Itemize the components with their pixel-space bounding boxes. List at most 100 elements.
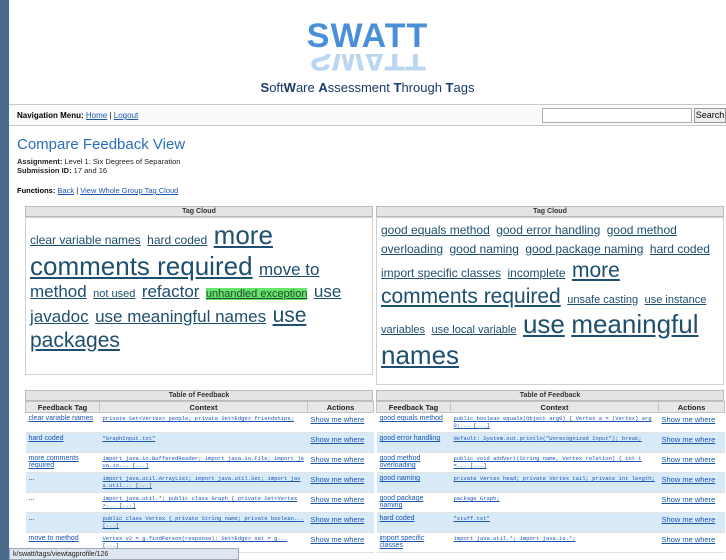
show-me-where-link[interactable]: Show me where <box>662 515 716 524</box>
tag-cloud-link[interactable]: good equals method <box>381 223 490 237</box>
search-button[interactable]: Search <box>694 108 726 123</box>
col-actions: Actions <box>307 401 374 413</box>
left-feedback-table: Feedback Tag Context Actions clear varia… <box>25 401 374 553</box>
right-feedback-table: Feedback Tag Context Actions good equals… <box>376 401 725 553</box>
show-me-where-link[interactable]: Show me where <box>662 455 716 464</box>
tag-cloud-link[interactable]: good error handling <box>496 223 600 237</box>
tag-cloud-link[interactable]: use <box>273 304 307 327</box>
tag-cloud-link[interactable]: javadoc <box>30 307 89 326</box>
feedback-tag-link[interactable]: good error handling <box>380 435 441 442</box>
page-title: Compare Feedback View <box>17 136 186 153</box>
tag-cloud-link[interactable]: use <box>523 309 565 339</box>
tag-cloud-link[interactable]: comments required <box>381 285 561 308</box>
context-link[interactable]: import java.io.BufferedReader; import ja… <box>103 455 304 469</box>
table-cell: Show me where <box>307 432 374 453</box>
table-row: good package naming package Graph; Show me… <box>376 492 725 513</box>
tag-cloud-link[interactable]: not used <box>93 288 135 300</box>
tag-cloud-link[interactable]: use meaningful names <box>95 307 266 326</box>
tag-cloud-link[interactable]: unsafe casting <box>567 294 638 306</box>
whole-cloud-link[interactable]: View Whole Group Tag Cloud <box>80 186 178 195</box>
show-me-where-link[interactable]: Show me where <box>311 475 365 484</box>
feedback-tag-link[interactable]: clear variable names <box>29 415 94 422</box>
header: SWATT SWATT SoftWare Assessment Through … <box>9 0 726 103</box>
context-link[interactable]: package Graph; <box>454 495 500 502</box>
feedback-tag-link[interactable]: good naming <box>380 475 420 482</box>
col-feedback-tag: Feedback Tag <box>25 401 100 413</box>
show-me-where-link[interactable]: Show me where <box>311 415 365 424</box>
context-link[interactable]: private Set<Vertex> people; private Set<… <box>103 415 294 422</box>
table-cell: hard coded <box>376 512 451 533</box>
context-link[interactable]: "GraphInput.txt" <box>103 435 156 442</box>
table-row: hard coded "GraphInput.txt" Show me where <box>25 432 374 453</box>
table-row: ... public class Vertex { private String … <box>25 512 374 533</box>
logo: SWATT <box>306 17 429 55</box>
table-cell: import specific classes <box>376 532 451 553</box>
context-link[interactable]: import java.util.*; import java.io.*; <box>454 535 576 542</box>
window-left-edge <box>0 0 9 560</box>
tagline: SoftWare Assessment Through Tags <box>260 80 475 95</box>
table-cell: Show me where <box>658 432 725 453</box>
context-link[interactable]: private Vertex head; private Vertex tail… <box>454 475 655 482</box>
feedback-tag-link[interactable]: import specific classes <box>380 535 425 549</box>
tag-cloud-link[interactable]: use <box>314 282 341 301</box>
show-me-where-link[interactable]: Show me where <box>662 415 716 424</box>
show-me-where-link[interactable]: Show me where <box>662 535 716 544</box>
show-me-where-link[interactable]: Show me where <box>662 475 716 484</box>
show-me-where-link[interactable]: Show me where <box>311 515 365 524</box>
show-me-where-link[interactable]: Show me where <box>662 435 716 444</box>
page: SWATT SWATT SoftWare Assessment Through … <box>9 0 726 560</box>
show-me-where-link[interactable]: Show me where <box>311 455 365 464</box>
feedback-tag-link[interactable]: hard coded <box>380 515 415 522</box>
tag-cloud-link[interactable]: good naming <box>450 242 519 256</box>
table-cell: ... <box>25 472 100 493</box>
table-row: good error handling default: System.out.p… <box>376 432 725 453</box>
tag-cloud-link[interactable]: refactor <box>142 282 200 301</box>
search-input[interactable] <box>542 108 692 123</box>
feedback-tag-link[interactable]: move to method <box>29 535 79 542</box>
context-link[interactable]: public class Vertex { private String nam… <box>103 515 304 529</box>
tag-cloud-link[interactable]: incomplete <box>508 266 566 280</box>
context-link[interactable]: "stuff.txt" <box>454 515 490 522</box>
table-cell: Show me where <box>658 492 725 513</box>
context-link[interactable]: public boolean equals(Object arg0) { Ver… <box>454 415 652 429</box>
tag-cloud-link[interactable]: more <box>214 220 273 250</box>
feedback-tag-link[interactable]: good equals method <box>380 415 443 422</box>
tag-cloud-link[interactable]: more <box>572 259 620 282</box>
show-me-where-link[interactable]: Show me where <box>311 535 365 544</box>
table-cell: good naming <box>376 472 451 493</box>
tag-cloud-link[interactable]: comments required <box>30 251 253 281</box>
tag-cloud-link[interactable]: hard coded <box>650 242 710 256</box>
feedback-tag-link[interactable]: hard coded <box>29 435 64 442</box>
right-feedback-title: Table of Feedback <box>376 390 724 401</box>
back-link[interactable]: Back <box>57 186 74 195</box>
left-tag-cloud: clear variable names hard coded more com… <box>25 217 373 375</box>
show-me-where-link[interactable]: Show me where <box>311 495 365 504</box>
context-link[interactable]: Vertex v2 = g.findPerson(response); Set<… <box>103 535 288 549</box>
show-me-where-link[interactable]: Show me where <box>311 435 365 444</box>
tag-cloud-link[interactable]: unhandled exception <box>205 288 308 301</box>
show-me-where-link[interactable]: Show me where <box>662 495 716 504</box>
table-cell: private Set<Vertex> people; private Set<… <box>99 412 308 433</box>
nav-logout-link[interactable]: Logout <box>114 111 138 120</box>
feedback-tag-link[interactable]: more comments required <box>29 455 79 469</box>
tag-cloud-link[interactable]: method <box>30 282 87 301</box>
nav-home-link[interactable]: Home <box>86 111 107 120</box>
feedback-tag-link[interactable]: good package naming <box>380 495 424 509</box>
context-link[interactable]: public void addVert(String name, Vertex … <box>454 455 642 469</box>
tag-cloud-link[interactable]: use local variable <box>431 324 516 336</box>
col-context: Context <box>99 401 308 413</box>
tag-cloud-link[interactable]: move to <box>259 260 319 279</box>
context-link[interactable]: import java.util.*; public class Graph {… <box>103 495 298 509</box>
right-tag-cloud-title: Tag Cloud <box>376 206 724 217</box>
feedback-tag-link[interactable]: good method overloading <box>380 455 421 469</box>
tag-cloud-link[interactable]: packages <box>30 329 120 352</box>
tag-cloud-link[interactable]: clear variable names <box>30 233 141 247</box>
table-cell: default: System.out.println("Unrecognize… <box>450 432 659 453</box>
tag-cloud-link[interactable]: good package naming <box>525 242 643 256</box>
table-row: more comments required import java.io.Buf… <box>25 452 374 473</box>
tag-cloud-link[interactable]: hard coded <box>147 233 207 247</box>
table-cell: ... <box>25 512 100 533</box>
tag-cloud-link[interactable]: import specific classes <box>381 266 501 280</box>
context-link[interactable]: default: System.out.println("Unrecognize… <box>454 435 642 442</box>
context-link[interactable]: import java.util.ArrayList; import java.… <box>103 475 301 489</box>
